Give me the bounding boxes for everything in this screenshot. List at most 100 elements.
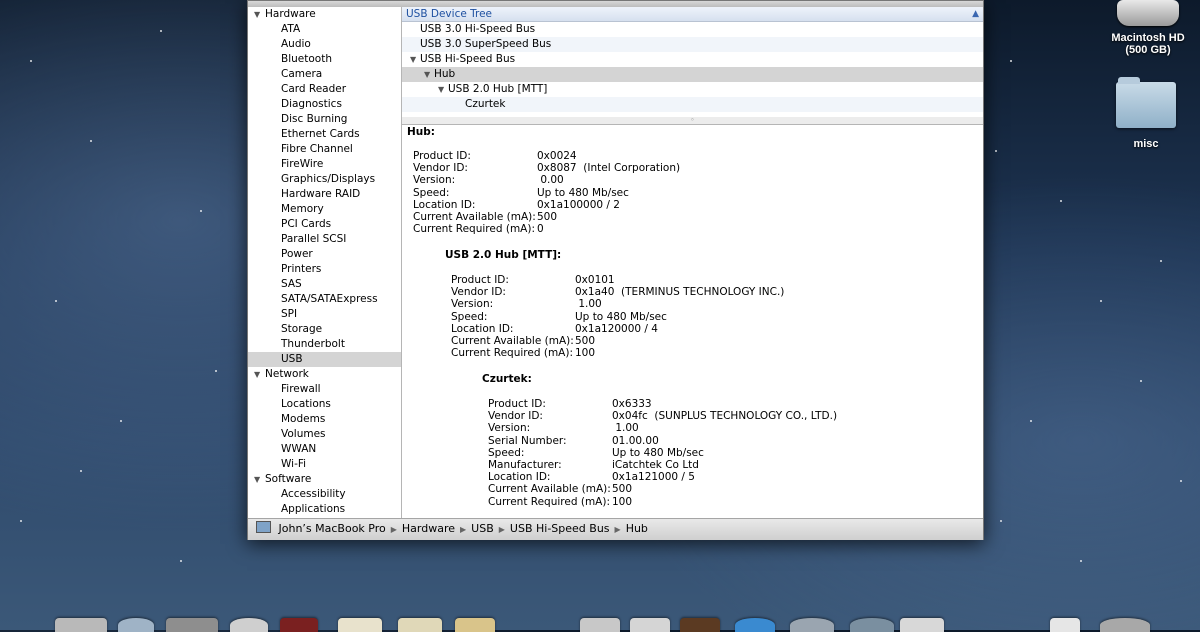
detail-row: Version: 0.00 [413,174,564,187]
hd-size: (500 GB) [1125,44,1171,56]
tree-row-usb20-hub[interactable]: ▼ USB 2.0 Hub [MTT] [402,82,983,97]
disclosure-triangle-icon[interactable]: ▼ [254,7,265,22]
sidebar-item[interactable]: Graphics/Displays [248,172,401,187]
sidebar-item[interactable]: Printers [248,262,401,277]
detail-value: 1.00 [575,298,602,311]
sidebar-item[interactable]: Hardware RAID [248,187,401,202]
sidebar-item[interactable]: Power [248,247,401,262]
disclosure-triangle-icon[interactable]: ▼ [254,367,265,382]
sort-ascending-icon[interactable]: ▲ [972,7,979,21]
sidebar-item[interactable]: Memory [248,202,401,217]
detail-key: Version: [413,174,456,187]
detail-value: 01.00.00 [612,434,659,447]
sidebar-item[interactable]: FireWire [248,157,401,172]
sidebar-item[interactable]: SATA/SATAExpress [248,292,401,307]
sidebar-item[interactable]: Firewall [248,382,401,397]
detail-row: Serial Number: 01.00.00 [488,435,659,447]
sidebar-item[interactable]: Accessibility [248,487,401,502]
detail-value: 0x1a40 (TERMINUS TECHNOLOGY INC.) [575,286,785,299]
detail-row: Product ID: 0x0101 [451,274,615,286]
detail-key: Speed: [451,310,488,323]
sidebar-item[interactable]: PCI Cards [248,217,401,232]
detail-value: 0.00 [537,174,564,187]
detail-value: 0x8087 (Intel Corporation) [537,162,681,175]
sidebar-item[interactable]: Fibre Channel [248,142,401,157]
detail-row: Manufacturer: iCatchtek Co Ltd [488,459,699,471]
detail-row: Vendor ID: 0x04fc (SUNPLUS TECHNOLOGY CO.… [488,410,837,422]
sidebar-item[interactable]: Applications [248,502,401,517]
detail-key: Vendor ID: [413,162,468,175]
category-sidebar[interactable]: ▼ Hardware ATA Audio Bluetooth Camera Card Rea… [248,7,402,518]
sidebar-item[interactable]: Diagnostics [248,97,401,112]
detail-key: Current Required (mA): [413,223,535,236]
sidebar-item[interactable]: Camera [248,67,401,82]
pane-splitter[interactable]: ◦ [402,117,983,125]
disclosure-triangle-icon[interactable]: ▼ [438,82,448,97]
breadcrumb-item[interactable]: Hardware [402,522,455,535]
sidebar-group-1[interactable]: ▼ Network [248,367,401,382]
detail-key: Vendor ID: [451,286,506,299]
disclosure-triangle-icon[interactable]: ▼ [410,52,420,67]
detail-row: Speed: Up to 480 Mb/sec [488,446,704,459]
detail-key: Manufacturer: [488,459,562,471]
sidebar-item[interactable]: Disc Burning [248,112,401,127]
sidebar-group-2[interactable]: ▼ Software [248,472,401,487]
detail-value: 0x04fc (SUNPLUS TECHNOLOGY CO., LTD.) [612,410,838,423]
disclosure-triangle-icon[interactable]: ▼ [254,472,265,487]
detail-key: Version: [488,422,531,435]
detail-key: Location ID: [413,198,476,211]
sidebar-item[interactable]: USB [248,352,401,367]
detail-row: Vendor ID: 0x8087 (Intel Corporation) [413,162,680,175]
sidebar-item[interactable]: ATA [248,22,401,37]
sidebar-item[interactable]: Storage [248,322,401,337]
path-statusbar: John’s MacBook Pro ▶ Hardware ▶ USB ▶ USB Hi-S… [248,518,983,540]
sidebar-item[interactable]: Card Reader [248,82,401,97]
tree-row-usb-hispeed-bus[interactable]: ▼ USB Hi-Speed Bus [402,52,983,67]
sidebar-group-0[interactable]: ▼ Hardware [248,7,401,22]
breadcrumb-item[interactable]: USB Hi-Speed Bus [510,522,610,535]
macintosh-hd-desktop-icon[interactable]: Macintosh HD (500 GB) [1096,0,1200,56]
tree-row-label: Hub [434,68,456,80]
detail-value: Up to 480 Mb/sec [575,310,667,323]
detail-value: 100 [575,347,596,360]
details-section-title: Hub: [407,126,435,138]
sidebar-item[interactable]: Volumes [248,427,401,442]
detail-value: 0 [537,223,544,236]
tree-row-czurtek[interactable]: Czurtek [402,97,983,112]
sidebar-group-label: Network [265,368,309,380]
detail-key: Speed: [413,186,450,199]
sidebar-item[interactable]: Parallel SCSI [248,232,401,247]
splitter-grip-icon: ◦ [690,116,695,124]
detail-key: Current Available (mA): [488,483,611,496]
tree-row-usb3-hispeed[interactable]: USB 3.0 Hi-Speed Bus [402,22,983,37]
detail-key: Location ID: [451,322,514,335]
sidebar-item[interactable]: SPI [248,307,401,322]
detail-key: Current Available (mA): [413,211,536,223]
tree-row-hub[interactable]: ▼ Hub [402,67,983,82]
breadcrumb-item[interactable]: Hub [626,522,648,535]
hd-label: Macintosh HD [1111,32,1185,44]
sidebar-item[interactable]: Thunderbolt [248,337,401,352]
sidebar-item[interactable]: Audio [248,37,401,52]
detail-value: 0x0101 [575,274,615,286]
sidebar-item[interactable]: Wi-Fi [248,457,401,472]
detail-row: Current Available (mA): 500 [413,211,557,223]
sidebar-item[interactable]: Ethernet Cards [248,127,401,142]
sidebar-item[interactable]: Bluetooth [248,52,401,67]
computer-icon [256,521,271,533]
tree-column-header[interactable]: USB Device Tree ▲ [402,7,983,22]
detail-key: Current Required (mA): [488,495,610,508]
detail-key: Speed: [488,446,525,459]
detail-key: Current Available (mA): [451,335,574,347]
sidebar-item[interactable]: Modems [248,412,401,427]
sidebar-item[interactable]: SAS [248,277,401,292]
usb-device-tree: USB Device Tree ▲ USB 3.0 Hi-Speed Bus U… [402,7,983,118]
disclosure-triangle-icon[interactable]: ▼ [424,67,434,82]
breadcrumb-separator-icon: ▶ [460,525,467,534]
breadcrumb-item[interactable]: John’s MacBook Pro [279,522,386,535]
tree-row-usb3-superspeed[interactable]: USB 3.0 SuperSpeed Bus [402,37,983,52]
sidebar-item[interactable]: Locations [248,397,401,412]
misc-folder-desktop-icon[interactable]: misc [1104,77,1188,150]
sidebar-item[interactable]: WWAN [248,442,401,457]
breadcrumb-item[interactable]: USB [471,522,494,535]
